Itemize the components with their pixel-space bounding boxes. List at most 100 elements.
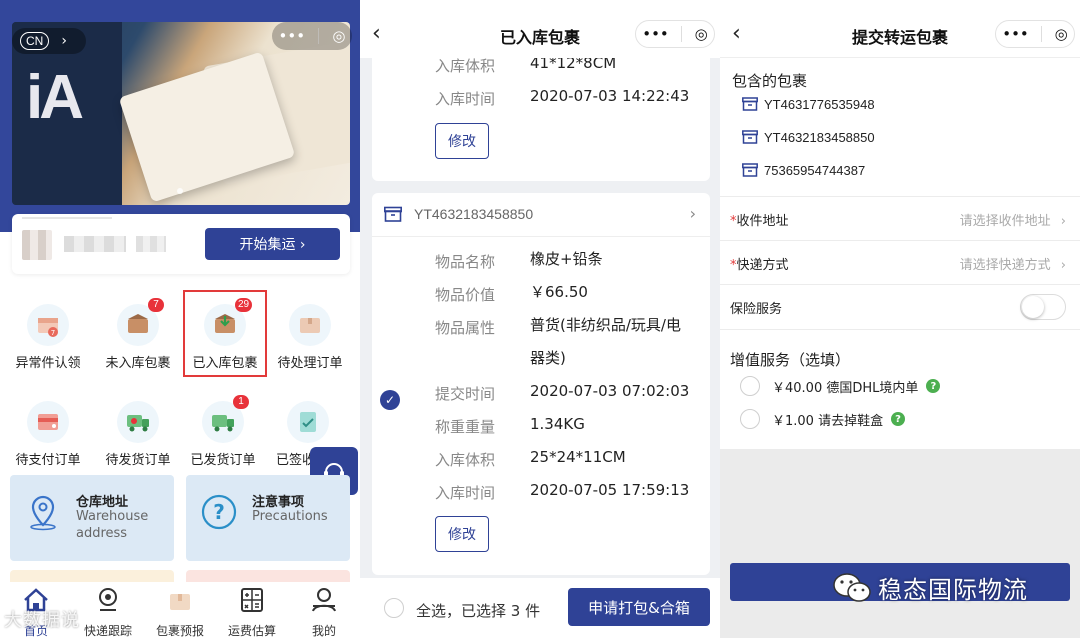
shipping-placeholder: 请选择快递方式 [959, 258, 1051, 273]
capsule-divider [681, 26, 683, 42]
select-all-checkbox[interactable] [384, 598, 404, 618]
question-icon: ? [201, 494, 237, 530]
truck-icon [117, 401, 159, 443]
field-value: 1.34KG [530, 415, 585, 433]
option-radio[interactable] [740, 409, 760, 429]
tab-label: 我的 [311, 624, 336, 638]
shipping-method-row[interactable]: *快递方式 请选择快递方式 › [720, 241, 1080, 285]
package-icon [742, 130, 758, 144]
tab-tracking[interactable]: 快递跟踪 [72, 582, 144, 638]
address-row[interactable]: *收件地址 请选择收件地址 › [720, 197, 1080, 241]
tab-label: 运费估算 [227, 624, 276, 638]
banner-indicator-dot [177, 188, 183, 194]
language-badge: CN [20, 32, 50, 50]
chevron-right-icon: › [61, 33, 67, 49]
page-background [720, 449, 1080, 638]
insurance-row: 保险服务 [720, 285, 1080, 329]
miniprogram-capsule: ••• ◎ [995, 20, 1075, 48]
option-radio[interactable] [740, 376, 760, 396]
close-icon[interactable]: ◎ [1055, 25, 1068, 43]
watermark: 稳态国际物流 [832, 570, 1028, 605]
tab-freight-estimate[interactable]: 运费估算 [216, 582, 288, 638]
shipping-label: 快递方式 [736, 258, 789, 273]
wallet-icon [27, 401, 69, 443]
field-value: 橡皮+铅条 [530, 250, 603, 268]
box-pending-icon [289, 304, 331, 346]
language-switch[interactable]: CN › [12, 28, 86, 54]
close-icon[interactable]: ◎ [332, 27, 345, 45]
start-consolidation-button[interactable]: 开始集运 › [205, 228, 340, 260]
package-card: YT4632183458850 › ✓ 物品名称 橡皮+铅条 物品价值 ￥66.… [372, 193, 710, 575]
banner-book-page [118, 51, 296, 203]
package-list-item: YT4632183458850 [742, 127, 875, 147]
banner-shirt-graphic: iA [26, 63, 84, 132]
close-icon[interactable]: ◎ [695, 25, 708, 43]
grid-label: 异常件认领 [15, 356, 81, 371]
nav-bar: ‹ 已入库包裹 ••• ◎ [360, 0, 720, 58]
home-screen: iA CN › ••• ◎ 开始集运 › 7 异常件认领 7 未入库包裹 29 … [0, 0, 360, 638]
address-select[interactable]: 请选择收件地址 › [960, 210, 1066, 229]
more-icon[interactable]: ••• [279, 27, 306, 45]
package-header[interactable]: YT4632183458850 › [372, 193, 710, 237]
package-icon [170, 594, 190, 610]
value-added-option[interactable]: ￥40.00 德国DHL境内单 ? [740, 375, 941, 397]
warehouse-address-card[interactable]: 仓库地址 Warehouse address [10, 475, 174, 561]
watermark-text: 大数据说 [4, 610, 80, 631]
card-subtitle: Warehouse address [76, 509, 149, 541]
more-icon[interactable]: ••• [1002, 25, 1029, 43]
exception-icon: 7 [27, 304, 69, 346]
insurance-label: 保险服务 [730, 302, 783, 317]
field-label: 入库时间 [435, 90, 496, 108]
value-added-option[interactable]: ￥1.00 请去掉鞋盒 ? [740, 408, 906, 430]
field-label: 物品价值 [435, 286, 496, 304]
chevron-right-icon: › [1060, 214, 1066, 229]
chevron-right-icon: › [1060, 258, 1066, 273]
grid-item-exception-claim[interactable]: 7 异常件认领 [6, 304, 90, 394]
user-icon [312, 588, 336, 612]
chevron-right-icon: › [689, 204, 696, 223]
selection-summary: 全选，已选择 3 件 [416, 602, 541, 620]
field-label: 提交时间 [435, 385, 496, 403]
field-value: 2020-07-03 07:02:03 [530, 382, 690, 400]
field-label: 物品属性 [435, 319, 496, 337]
edit-button[interactable]: 修改 [435, 123, 489, 159]
insurance-toggle[interactable] [1020, 294, 1066, 320]
signed-icon [287, 401, 329, 443]
grid-item-not-stored[interactable]: 7 未入库包裹 [96, 298, 180, 394]
help-icon[interactable]: ? [926, 379, 941, 393]
field-label: 入库体积 [435, 57, 496, 75]
field-value: 普货(非纺织品/玩具/电器类) [530, 316, 681, 367]
package-icon [742, 97, 758, 111]
capsule-divider [1041, 26, 1043, 42]
grid-label: 待发货订单 [105, 453, 171, 468]
address-placeholder: 请选择收件地址 [959, 214, 1051, 229]
help-icon[interactable]: ? [891, 412, 906, 426]
watermark-text: 稳态国际物流 [878, 576, 1028, 604]
wechat-icon [833, 572, 871, 602]
avatar [22, 230, 52, 260]
edit-button[interactable]: 修改 [435, 516, 489, 552]
grid-label: 待处理订单 [277, 356, 343, 371]
field-label: 入库体积 [435, 451, 496, 469]
grid-label: 未入库包裹 [105, 356, 171, 371]
value-added-title: 增值服务（选填） [730, 351, 851, 369]
option-label: ￥1.00 请去掉鞋盒 [772, 413, 884, 429]
more-icon[interactable]: ••• [642, 25, 669, 43]
field-value: 2020-07-05 17:59:13 [530, 481, 690, 499]
card-subtitle: Precautions [252, 509, 328, 524]
location-pin-icon [30, 495, 56, 531]
tracking-number: YT4631776535948 [764, 96, 875, 112]
shipping-select[interactable]: 请选择快递方式 › [960, 254, 1066, 273]
grid-label: 待支付订单 [15, 453, 81, 468]
address-label: 收件地址 [736, 214, 789, 229]
option-label: ￥40.00 德国DHL境内单 [772, 380, 919, 396]
miniprogram-capsule: ••• ◎ [635, 20, 715, 48]
grid-item-pending-orders[interactable]: 待处理订单 [268, 304, 352, 394]
apply-pack-button[interactable]: 申请打包&合箱 [568, 588, 710, 626]
tab-profile[interactable]: 我的 [288, 582, 360, 638]
selected-checkbox[interactable]: ✓ [380, 390, 400, 410]
tab-label: 快递跟踪 [83, 624, 132, 638]
tab-forecast[interactable]: 包裹预报 [144, 582, 216, 638]
tracking-number: YT4632183458850 [764, 129, 875, 145]
precautions-card[interactable]: ? 注意事项 Precautions [186, 475, 350, 561]
